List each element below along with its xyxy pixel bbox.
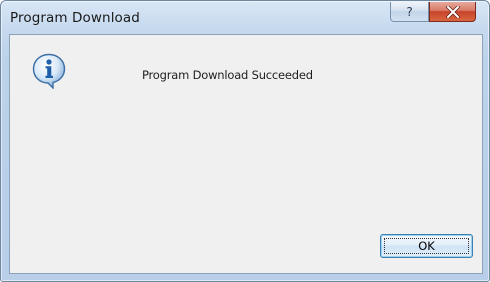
- title-bar[interactable]: Program Download ?: [1, 1, 489, 35]
- dialog-client-area: Program Download Succeeded OK: [9, 34, 483, 274]
- help-icon: ?: [406, 4, 413, 19]
- dialog-title: Program Download: [10, 10, 140, 26]
- close-icon: [445, 5, 460, 18]
- dialog-window: Program Download ? Program Download Succ…: [0, 0, 490, 282]
- ok-button[interactable]: OK: [380, 234, 473, 258]
- info-icon: [32, 53, 66, 89]
- message-text: Program Download Succeeded: [142, 68, 313, 82]
- help-button[interactable]: ?: [390, 2, 429, 22]
- close-button[interactable]: [429, 2, 476, 22]
- focus-rectangle: [384, 238, 469, 254]
